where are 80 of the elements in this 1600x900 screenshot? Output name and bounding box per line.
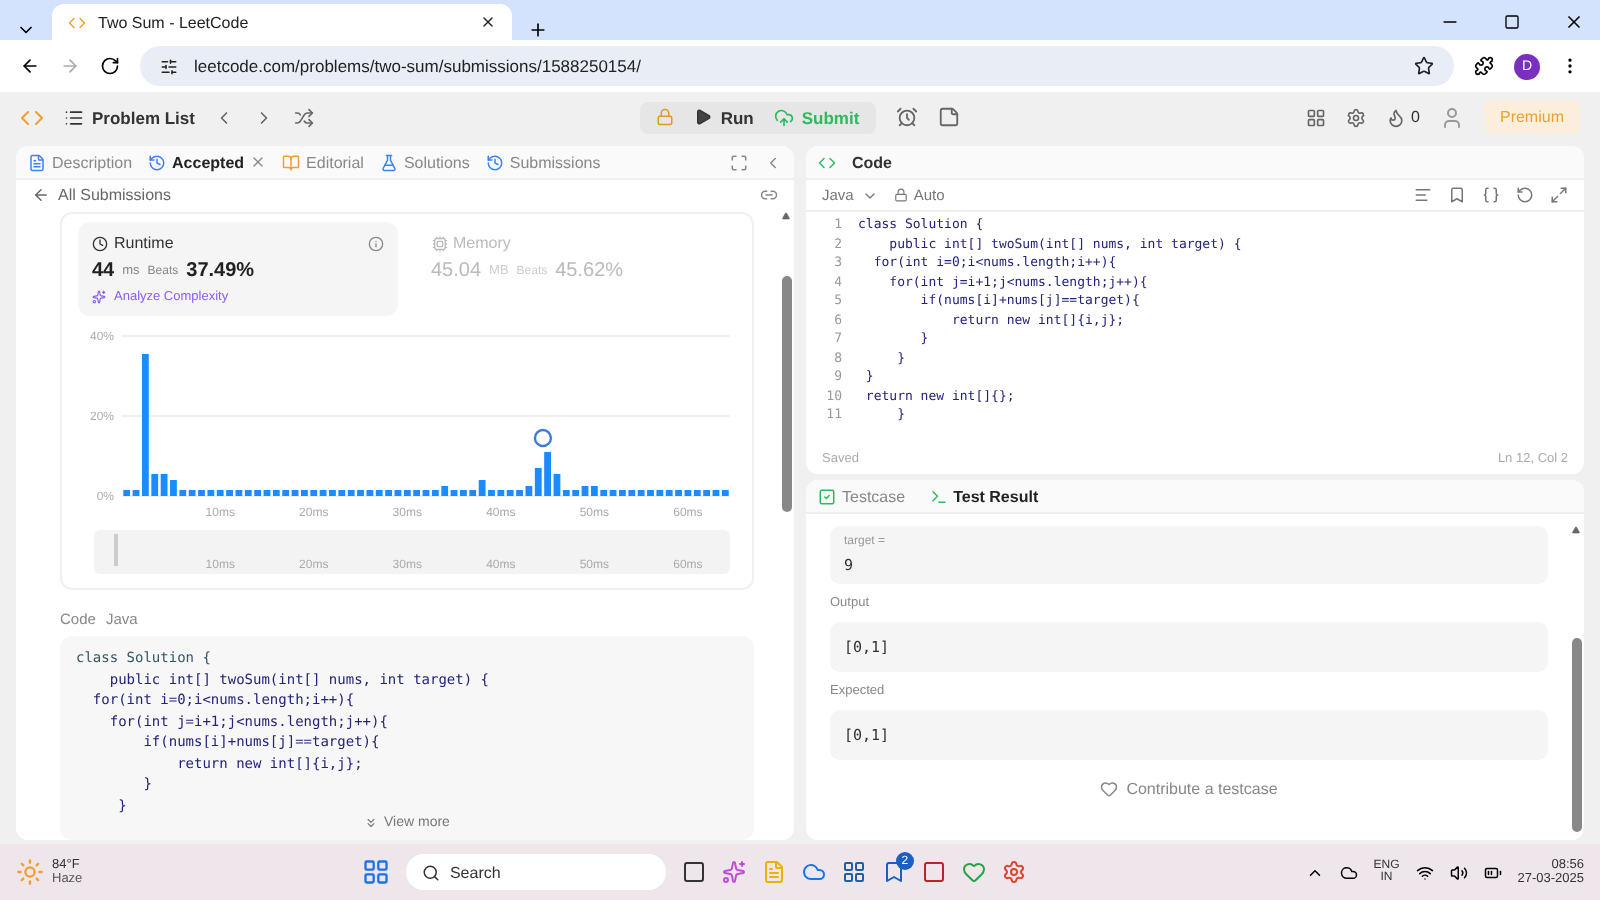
hover-marker [533, 428, 553, 448]
shuffle-icon[interactable] [294, 107, 315, 127]
bookmark-star-icon[interactable] [1414, 56, 1434, 76]
stat-value: 45.04 [431, 260, 482, 282]
search-icon [421, 863, 440, 881]
panel-tab[interactable]: Test Result [929, 487, 1039, 505]
url-text: leetcode.com/problems/two-sum/submissions/1588250154/ [194, 56, 643, 76]
terminal-icon [929, 487, 948, 505]
alarm-clock-icon[interactable] [895, 106, 918, 128]
scroll-up-icon[interactable] [782, 212, 790, 220]
range-handle[interactable] [114, 534, 118, 566]
collapse-icon[interactable] [764, 153, 782, 171]
braces-icon[interactable] [1482, 186, 1500, 204]
run-button[interactable]: Run [694, 107, 754, 127]
site-icon [68, 13, 86, 31]
panel-tab[interactable]: Solutions [379, 153, 470, 171]
address-bar[interactable]: leetcode.com/problems/two-sum/submissions/1588250154/ [140, 46, 1454, 86]
note-icon[interactable] [937, 106, 960, 128]
grid-icon[interactable] [1305, 107, 1326, 127]
streak-count: 0 [1411, 108, 1420, 126]
site-settings-icon[interactable] [160, 57, 178, 75]
flame-icon [1385, 107, 1406, 127]
panel-tab[interactable]: Submissions [485, 153, 601, 171]
close-icon[interactable] [480, 14, 496, 30]
maximize-icon[interactable] [1504, 14, 1520, 30]
start-icon[interactable] [361, 858, 390, 886]
expand-icon[interactable] [1550, 186, 1568, 204]
stat-title: Memory [453, 234, 511, 252]
cloud-icon[interactable] [1339, 863, 1358, 881]
contribute-testcase-button[interactable]: Contribute a testcase [1100, 780, 1278, 798]
document-icon [28, 153, 46, 171]
lock-icon [893, 188, 908, 202]
format-icon[interactable] [1414, 186, 1432, 204]
reset-icon[interactable] [1516, 186, 1534, 204]
bookmark-icon [881, 860, 906, 884]
panel-tab[interactable]: Editorial [282, 153, 364, 171]
flask-icon [379, 153, 398, 171]
double-chevron-icon [364, 816, 379, 830]
panel-tab[interactable]: Description [28, 153, 133, 171]
info-icon[interactable] [367, 235, 383, 251]
scroll-up-icon[interactable] [1572, 526, 1580, 534]
new-tab-icon[interactable] [528, 20, 548, 40]
heart-icon [1100, 780, 1119, 798]
panel-title: Code [852, 153, 892, 171]
panel-tab[interactable]: Testcase [818, 487, 906, 505]
stat-value: 44 [92, 260, 115, 282]
wifi-icon[interactable] [1415, 863, 1434, 881]
volume-icon[interactable] [1449, 863, 1468, 881]
settings-icon[interactable] [1345, 107, 1366, 127]
copilot-icon[interactable] [721, 860, 746, 884]
clock-icon [92, 235, 108, 251]
task-view-icon[interactable] [681, 860, 706, 884]
play-icon [694, 108, 713, 126]
taskbar-search[interactable]: Search [405, 854, 666, 890]
stat-title: Runtime [114, 234, 174, 252]
back-arrow-icon [32, 186, 50, 204]
panel-tab[interactable]: Accepted [148, 153, 267, 171]
bookmark-icon[interactable] [1448, 186, 1466, 204]
back-icon[interactable] [20, 56, 40, 76]
checkbox-icon [818, 487, 836, 505]
fullscreen-icon[interactable] [730, 153, 748, 171]
weather-icon [16, 858, 44, 886]
chip-icon [431, 235, 447, 251]
history-icon [148, 153, 167, 171]
sparkle-icon [92, 290, 106, 304]
extensions-icon[interactable] [1474, 56, 1494, 76]
browser-tab[interactable]: Two Sum - LeetCode [52, 4, 512, 40]
link-icon[interactable] [760, 186, 778, 204]
cloud-upload-icon [773, 107, 794, 127]
list-icon [64, 107, 84, 127]
history-icon [485, 153, 504, 171]
code-icon [818, 153, 836, 171]
reload-icon[interactable] [100, 56, 120, 76]
close-icon[interactable] [1564, 12, 1584, 32]
problem-list-button[interactable]: Problem List [64, 107, 195, 127]
beats-percent: 45.62% [555, 260, 624, 282]
book-icon [282, 153, 301, 171]
all-submissions-link[interactable]: All Submissions [32, 186, 171, 204]
beats-percent: 37.49% [186, 260, 255, 282]
battery-icon[interactable] [1483, 863, 1502, 881]
